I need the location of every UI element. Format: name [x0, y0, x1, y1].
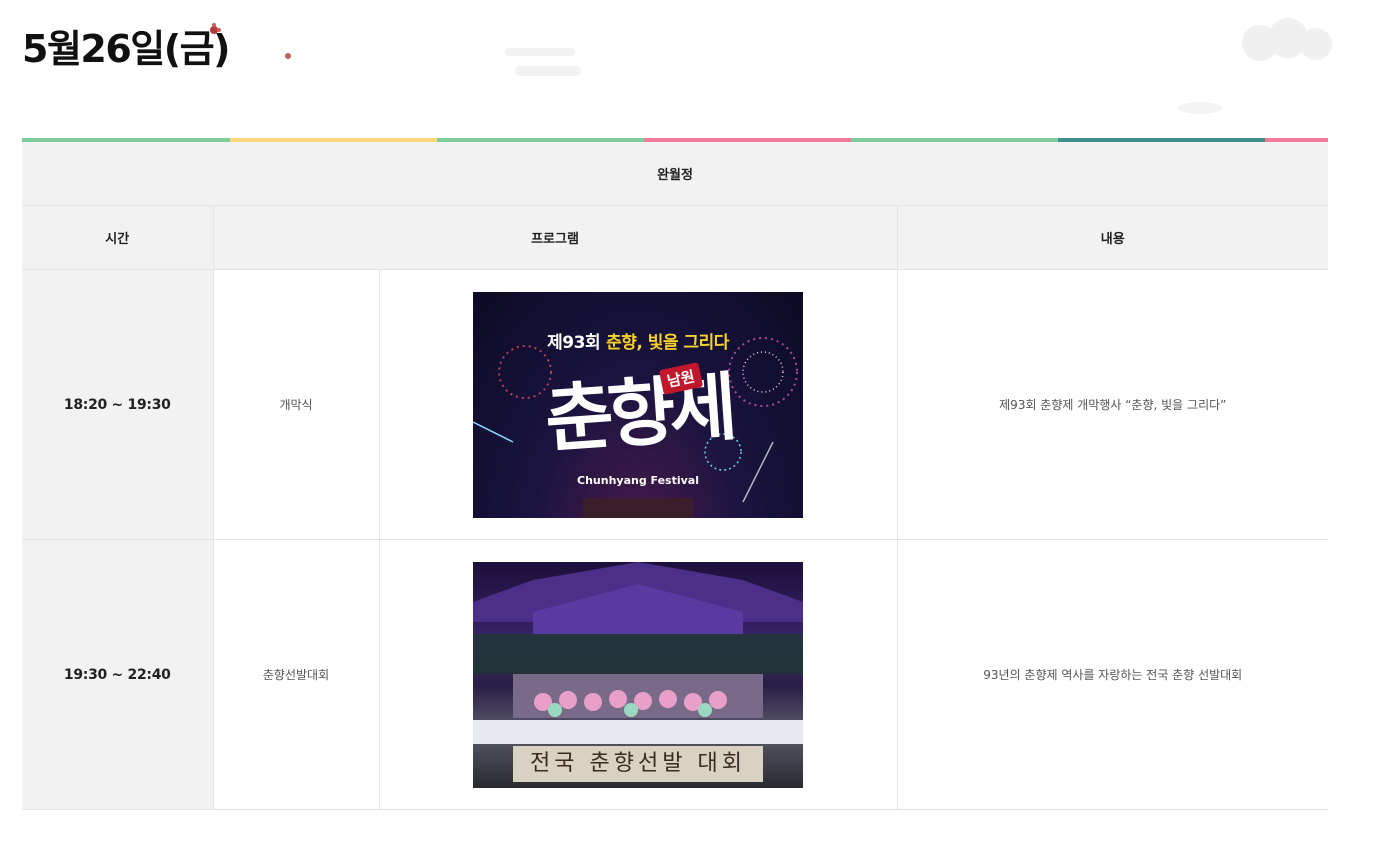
- header-program: 프로그램: [212, 205, 898, 270]
- pageant-stage-photo: 전국 춘향선발 대회: [473, 561, 803, 788]
- program-name: 개막식: [212, 269, 380, 540]
- program-desc: 93년의 춘향제 역사를 자랑하는 전국 춘향 선발대회: [896, 539, 1329, 810]
- program-desc: 제93회 춘향제 개막행사 “춘향, 빛을 그리다”: [896, 269, 1329, 540]
- program-image-cell: 제93회 춘향, 빛을 그리다 춘향제 남원 Chunhyang Festival: [378, 269, 898, 540]
- header-time: 시간: [22, 205, 214, 270]
- header-row: 시간 프로그램 내용: [22, 205, 1329, 270]
- small-cloud-icon: [1178, 102, 1222, 114]
- venue-row: 완월정: [22, 142, 1329, 206]
- cloud-ornament-icon: [1242, 18, 1332, 61]
- table-row: 18:20 ~ 19:30 개막식 제93회 춘향, 빛을 그리다 춘향제 남원 …: [22, 269, 1329, 540]
- poster-subtitle: Chunhyang Festival: [577, 473, 699, 487]
- program-time: 19:30 ~ 22:40: [22, 539, 214, 810]
- program-image-cell: 전국 춘향선발 대회: [378, 539, 898, 810]
- program-time: 18:20 ~ 19:30: [22, 269, 214, 540]
- pageant-banner: 전국 춘향선발 대회: [513, 745, 763, 782]
- venue-name: 완월정: [22, 142, 1329, 206]
- cloud-pattern-icon: [505, 48, 581, 76]
- table-row: 19:30 ~ 22:40 춘향선발대회 전국 춘향선발 대회 93년의 춘향제…: [22, 539, 1329, 810]
- petal-ornament-icon: [285, 53, 291, 59]
- page-title: 5월26일(금): [22, 27, 230, 71]
- poster-edition: 제93회: [547, 332, 601, 353]
- schedule-table: 완월정 시간 프로그램 내용 18:20 ~ 19:30 개막식 제93회 춘향,…: [22, 142, 1329, 810]
- opening-poster-image: 제93회 춘향, 빛을 그리다 춘향제 남원 Chunhyang Festival: [473, 291, 803, 518]
- program-name: 춘향선발대회: [212, 539, 380, 810]
- header-desc: 내용: [896, 205, 1329, 270]
- poster-title: 춘향제: [542, 364, 735, 463]
